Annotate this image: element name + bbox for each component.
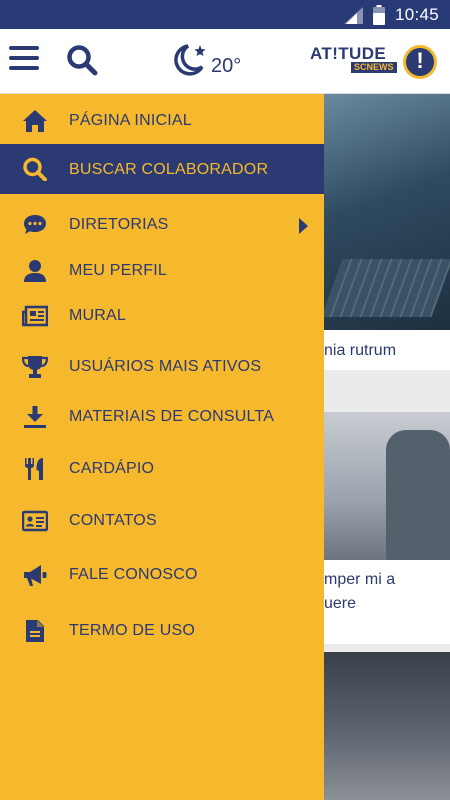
drawer-item-termo-de-uso[interactable]: TERMO DE USO — [0, 608, 324, 654]
drawer-item-contatos[interactable]: CONTATOS — [0, 498, 324, 544]
exclamation-icon: ! — [416, 48, 424, 73]
search-icon[interactable] — [66, 44, 98, 76]
drawer-item-label: MATERIAIS DE CONSULTA — [69, 408, 275, 425]
drawer-item-materiais-de-consulta[interactable]: MATERIAIS DE CONSULTA — [0, 394, 324, 440]
status-bar: 10:45 — [0, 0, 450, 29]
status-time: 10:45 — [394, 5, 439, 24]
alert-button[interactable]: ! — [403, 45, 437, 79]
drawer-item-label: CARDÁPIO — [69, 460, 155, 477]
drawer-item-meu-perfil[interactable]: MEU PERFIL — [0, 248, 324, 294]
contact-card-icon — [22, 510, 48, 532]
navigation-drawer: PÁGINA INICIAL BUSCAR COLABORADOR DIRETO… — [0, 94, 324, 800]
drawer-item-diretorias[interactable]: DIRETORIAS — [0, 202, 324, 248]
chat-icon — [24, 215, 46, 234]
logo-brand: AT!TUDE — [310, 44, 387, 63]
download-icon — [24, 406, 46, 428]
drawer-item-label: BUSCAR COLABORADOR — [69, 161, 269, 178]
logo-sub: SCNEWS — [351, 62, 397, 73]
night-moon-icon — [174, 44, 206, 76]
news-image[interactable] — [324, 652, 450, 800]
drawer-item-fale-conosco[interactable]: FALE CONOSCO — [0, 552, 324, 598]
newspaper-icon — [22, 305, 48, 327]
document-icon — [26, 620, 44, 642]
drawer-item-mural[interactable]: MURAL — [0, 293, 324, 339]
news-image[interactable] — [321, 94, 450, 330]
drawer-item-label: TERMO DE USO — [69, 622, 195, 639]
search-icon — [23, 157, 47, 181]
signal-icon — [344, 7, 363, 24]
battery-icon — [373, 5, 385, 25]
trophy-icon — [22, 356, 48, 378]
drawer-item-label: PÁGINA INICIAL — [69, 112, 192, 129]
chevron-right-icon — [299, 218, 308, 234]
drawer-item-label: FALE CONOSCO — [69, 566, 198, 583]
home-icon — [23, 110, 47, 132]
cutlery-icon — [25, 458, 43, 480]
news-image[interactable] — [324, 412, 450, 560]
drawer-item-cardapio[interactable]: CARDÁPIO — [0, 446, 324, 492]
news-title[interactable]: nia rutrum — [324, 330, 450, 370]
drawer-item-label: DIRETORIAS — [69, 216, 169, 233]
news-title[interactable]: mper mi a uere — [324, 560, 450, 644]
drawer-item-usuarios-mais-ativos[interactable]: USUÁRIOS MAIS ATIVOS — [0, 344, 324, 390]
news-title-line: uere — [324, 595, 357, 612]
app-logo: AT!TUDE SCNEWS — [310, 44, 397, 75]
drawer-item-buscar-colaborador[interactable]: BUSCAR COLABORADOR — [0, 144, 324, 194]
drawer-item-pagina-inicial[interactable]: PÁGINA INICIAL — [0, 98, 324, 144]
drawer-item-label: USUÁRIOS MAIS ATIVOS — [69, 358, 262, 375]
drawer-item-label: CONTATOS — [69, 512, 157, 529]
megaphone-icon — [24, 565, 47, 586]
person-icon — [24, 260, 46, 282]
hamburger-menu-icon[interactable] — [9, 46, 39, 72]
drawer-item-label: MEU PERFIL — [69, 262, 168, 279]
temperature-label: 20° — [211, 55, 242, 77]
news-title-line: mper mi a — [324, 571, 396, 588]
drawer-item-label: MURAL — [69, 307, 127, 324]
app-bar: 20° AT!TUDE SCNEWS ! — [0, 29, 450, 94]
